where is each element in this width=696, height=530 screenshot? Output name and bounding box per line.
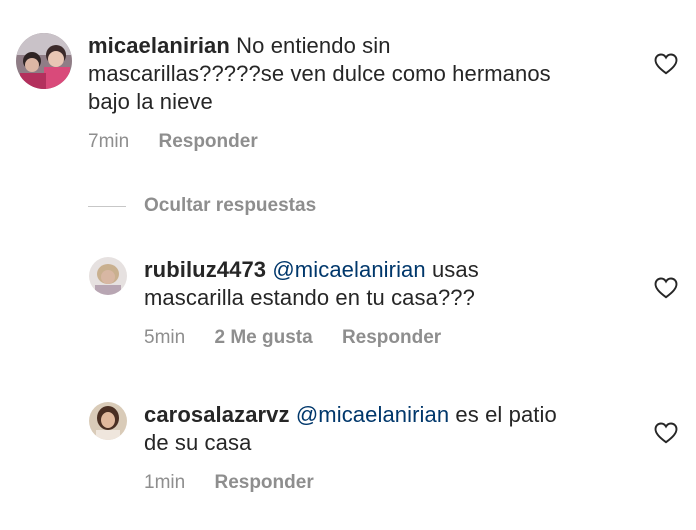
like-heart-icon[interactable] <box>654 53 678 75</box>
avatar[interactable] <box>16 33 72 89</box>
reply-meta: 5min 2 Me gusta Responder <box>144 327 441 349</box>
reply-body-line1: usas <box>431 257 479 282</box>
comment-item: micaelanirian No entiendo sin mascarilla… <box>0 0 696 190</box>
reply-username[interactable]: rubiluz4473 <box>144 257 266 282</box>
reply-button[interactable]: Responder <box>342 327 441 348</box>
reply-mention-link[interactable]: @micaelanirian <box>272 257 425 282</box>
like-heart-icon[interactable] <box>654 277 678 299</box>
reply-button[interactable]: Responder <box>158 131 257 152</box>
reply-button[interactable]: Responder <box>214 472 313 493</box>
avatar-photo-icon <box>16 33 72 89</box>
comment-username[interactable]: micaelanirian <box>88 33 230 58</box>
avatar[interactable] <box>89 257 127 295</box>
reply-body-line2: de su casa <box>144 430 252 455</box>
hide-replies-label[interactable]: Ocultar respuestas <box>144 195 316 217</box>
likes-count-button[interactable]: 2 Me gusta <box>214 327 312 348</box>
hide-replies-divider <box>88 205 126 207</box>
comment-body-line3: bajo la nieve <box>88 89 213 114</box>
reply-body-line2: mascarilla estando en tu casa??? <box>144 285 475 310</box>
comment-body-line1: No entiendo sin <box>236 33 391 58</box>
reply-text: rubiluz4473 @micaelanirian usas mascaril… <box>144 256 644 312</box>
reply-time: 5min <box>144 327 186 348</box>
like-heart-icon[interactable] <box>654 422 678 444</box>
comment-text: micaelanirian No entiendo sin mascarilla… <box>88 32 648 116</box>
reply-mention-link[interactable]: @micaelanirian <box>296 402 449 427</box>
comment-body-line2: mascarillas?????se ven dulce como herman… <box>88 61 551 86</box>
reply-body-line1: es el patio <box>455 402 557 427</box>
hide-replies-toggle[interactable]: Ocultar respuestas <box>88 193 316 219</box>
reply-time: 1min <box>144 472 186 493</box>
reply-meta: 1min Responder <box>144 472 314 494</box>
comment-meta: 7min Responder <box>88 131 258 153</box>
reply-item: rubiluz4473 @micaelanirian usas mascaril… <box>0 240 696 370</box>
reply-username[interactable]: carosalazarvz <box>144 402 290 427</box>
reply-item: carosalazarvz @micaelanirian es el patio… <box>0 385 696 515</box>
avatar[interactable] <box>89 402 127 440</box>
comment-time: 7min <box>88 131 130 152</box>
reply-text: carosalazarvz @micaelanirian es el patio… <box>144 401 644 457</box>
avatar-photo-icon <box>89 402 127 440</box>
avatar-photo-icon <box>89 257 127 295</box>
